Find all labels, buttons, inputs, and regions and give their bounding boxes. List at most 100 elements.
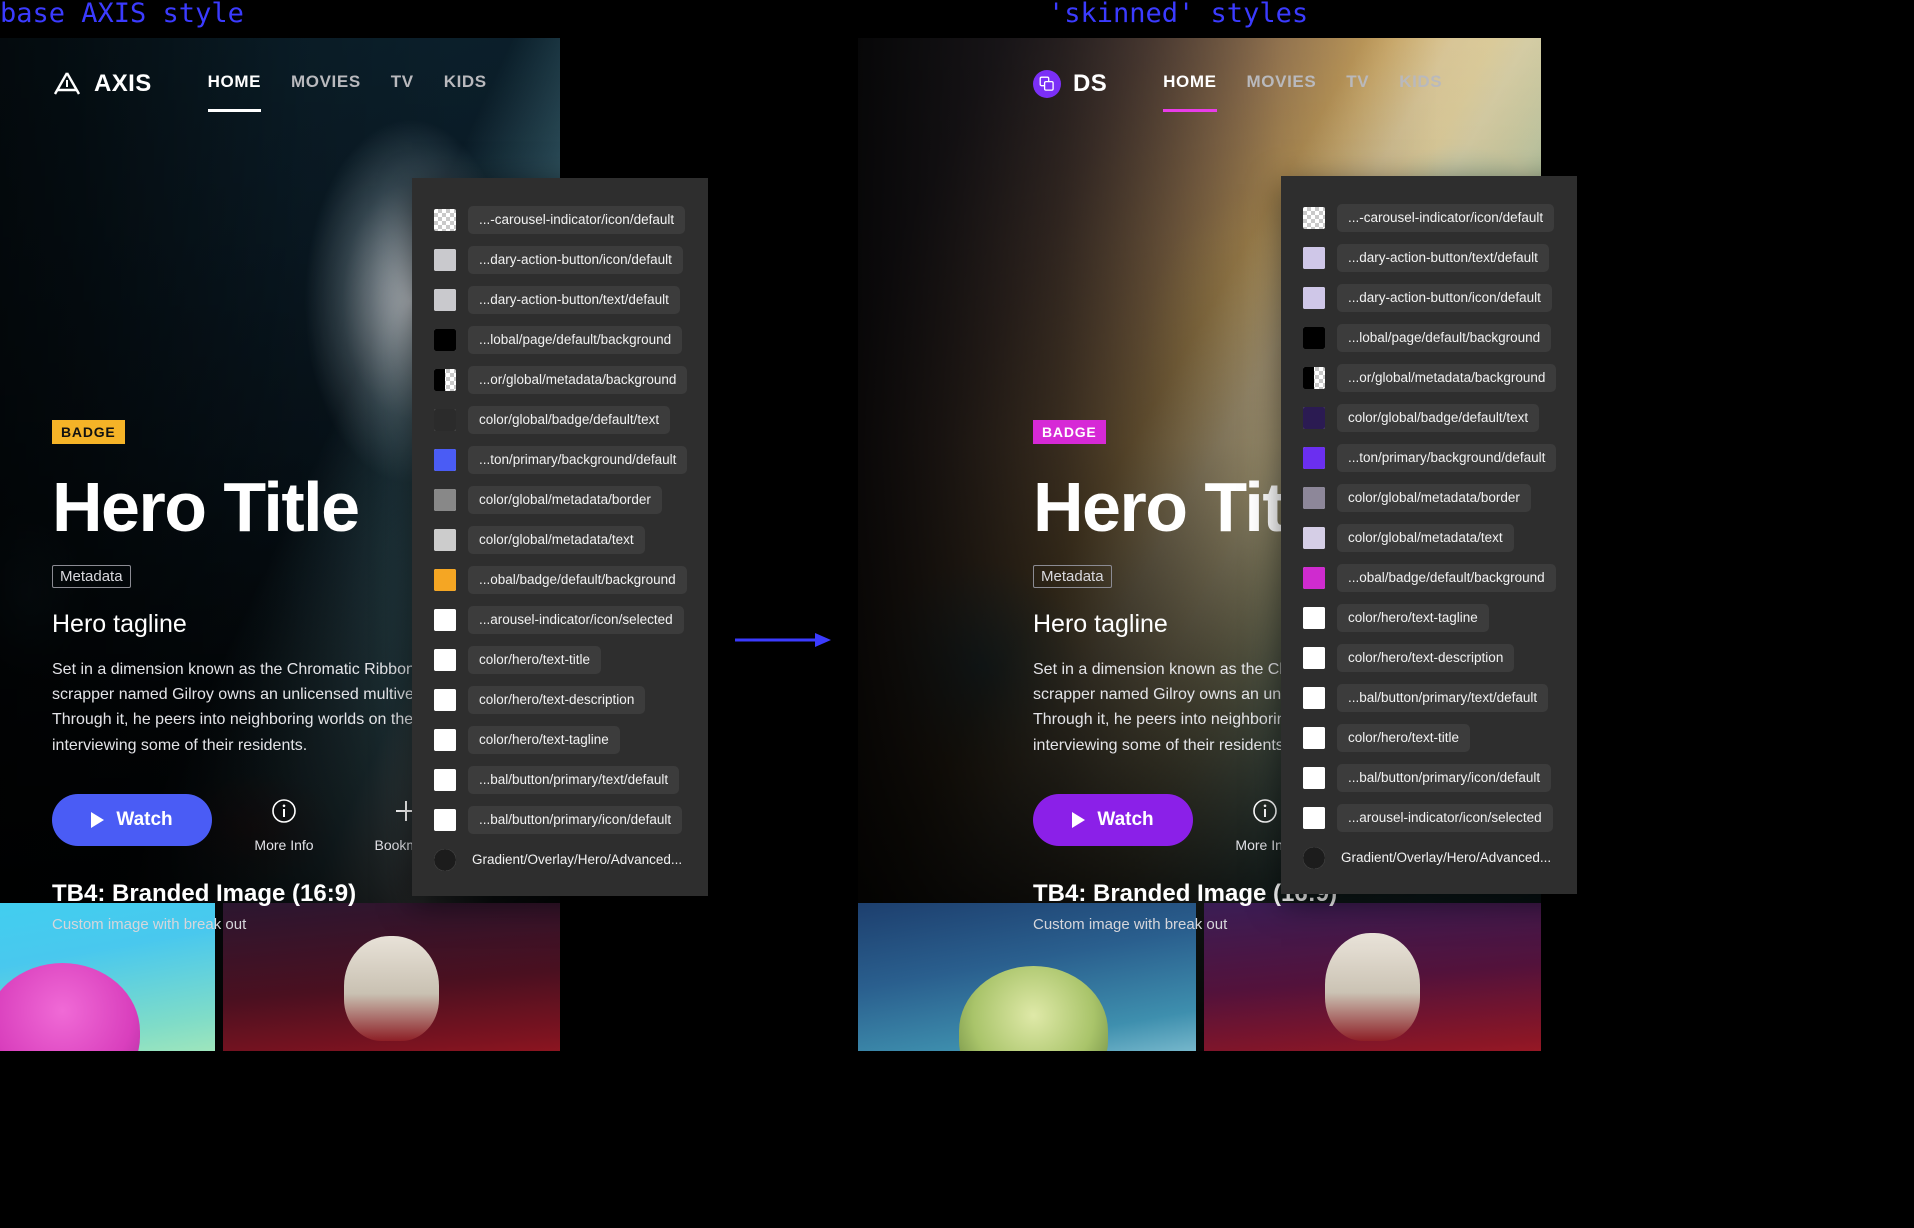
token-row[interactable]: color/global/metadata/text [434,520,690,560]
token-name-chip: Gradient/Overlay/Hero/Advanced... [472,851,683,867]
token-color-swatch [434,249,456,271]
token-name-chip: ...or/global/metadata/background [468,365,688,395]
token-row[interactable]: ...obal/badge/default/background [1303,558,1559,598]
token-panel-skinned[interactable]: ...-carousel-indicator/icon/default ...da… [1281,176,1577,894]
token-name-chip: ...arousel-indicator/icon/selected [468,605,684,635]
nav-item-tv[interactable]: TV [1346,72,1369,96]
token-color-swatch [434,289,456,311]
play-icon [91,812,105,828]
token-row[interactable]: ...bal/button/primary/icon/default [434,800,690,840]
token-color-swatch [1303,527,1325,549]
token-name-chip: ...bal/button/primary/icon/default [468,805,683,835]
caption-base-style: base AXIS style [0,0,244,29]
token-row[interactable]: color/global/badge/default/text [434,400,690,440]
token-row[interactable]: Gradient/Overlay/Hero/Advanced... [434,840,690,880]
token-color-swatch [1303,647,1325,669]
brand-logo[interactable]: AXIS [52,70,152,98]
token-row[interactable]: ...obal/badge/default/background [434,560,690,600]
token-row[interactable]: color/hero/text-tagline [1303,598,1559,638]
token-row[interactable]: ...dary-action-button/icon/default [434,240,690,280]
token-name-chip: ...bal/button/primary/text/default [1337,683,1549,713]
info-circle-icon [1252,798,1278,829]
token-color-swatch [434,409,456,431]
brand-name: AXIS [94,70,152,97]
token-name-chip: ...ton/primary/background/default [1337,443,1557,473]
row-subtitle: Custom image with break out [52,916,247,933]
token-color-swatch [434,449,456,471]
nav-item-tv[interactable]: TV [391,72,414,96]
token-row[interactable]: color/hero/text-title [434,640,690,680]
token-row[interactable]: ...bal/button/primary/icon/default [1303,758,1559,798]
brand-name: DS [1073,70,1108,97]
token-row[interactable]: color/hero/text-title [1303,718,1559,758]
token-row[interactable]: ...-carousel-indicator/icon/default [1303,198,1559,238]
token-name-chip: ...obal/badge/default/background [1337,563,1556,593]
token-color-swatch [1303,287,1325,309]
token-color-swatch [1303,407,1325,429]
token-color-swatch [1303,687,1325,709]
token-row[interactable]: ...ton/primary/background/default [1303,438,1559,478]
more-info-button[interactable]: More Info [234,794,334,853]
token-row[interactable]: color/global/metadata/text [1303,518,1559,558]
token-name-chip: ...dary-action-button/text/default [468,285,680,315]
token-row[interactable]: ...lobal/page/default/background [1303,318,1559,358]
hero-metadata-chip: Metadata [1033,564,1112,588]
caption-skinned-style: 'skinned' styles [1048,0,1309,29]
token-row[interactable]: ...dary-action-button/text/default [1303,238,1559,278]
watch-button[interactable]: Watch [1033,794,1193,846]
token-name-chip: ...dary-action-button/icon/default [1337,283,1552,313]
token-row[interactable]: color/global/badge/default/text [1303,398,1559,438]
token-row[interactable]: color/hero/text-description [434,680,690,720]
token-name-chip: ...ton/primary/background/default [468,445,688,475]
hero-badge: BADGE [52,419,125,444]
token-name-chip: color/hero/text-description [1337,643,1515,673]
token-row[interactable]: ...arousel-indicator/icon/selected [434,600,690,640]
token-name-chip: ...dary-action-button/text/default [1337,243,1549,273]
token-name-chip: ...-carousel-indicator/icon/default [468,205,686,235]
token-color-swatch [434,569,456,591]
nav-item-kids[interactable]: KIDS [444,72,487,96]
token-name-chip: ...-carousel-indicator/icon/default [1337,203,1555,233]
ds-squares-logo-icon [1033,70,1061,98]
nav-item-movies[interactable]: MOVIES [291,72,361,96]
token-row[interactable]: color/hero/text-tagline [434,720,690,760]
token-color-swatch [434,209,456,231]
token-color-swatch [434,369,456,391]
token-row[interactable]: ...bal/button/primary/text/default [434,760,690,800]
row-subtitle: Custom image with break out [1033,916,1228,933]
nav-item-movies[interactable]: MOVIES [1247,72,1317,96]
watch-button[interactable]: Watch [52,794,212,846]
token-row[interactable]: ...or/global/metadata/background [434,360,690,400]
token-row[interactable]: ...dary-action-button/icon/default [1303,278,1559,318]
navbar: AXIS HOME MOVIES TV KIDS [0,38,560,130]
token-color-swatch [434,609,456,631]
token-name-chip: ...or/global/metadata/background [1337,363,1557,393]
token-row[interactable]: ...lobal/page/default/background [434,320,690,360]
navbar: DS HOME MOVIES TV KIDS [858,38,1541,130]
token-row[interactable]: color/global/metadata/border [1303,478,1559,518]
play-icon [1072,812,1086,828]
token-row[interactable]: ...bal/button/primary/text/default [1303,678,1559,718]
token-name-chip: Gradient/Overlay/Hero/Advanced... [1341,849,1552,865]
brand-logo[interactable]: DS [1033,70,1107,98]
token-color-swatch [434,329,456,351]
token-row[interactable]: ...ton/primary/background/default [434,440,690,480]
nav-item-home[interactable]: HOME [207,72,262,112]
nav-item-kids[interactable]: KIDS [1399,72,1442,96]
token-name-chip: color/hero/text-description [468,685,646,715]
token-row[interactable]: ...arousel-indicator/icon/selected [1303,798,1559,838]
token-name-chip: ...lobal/page/default/background [468,325,683,355]
row-title: TB4: Branded Image (16:9) [52,880,357,907]
token-panel-base[interactable]: ...-carousel-indicator/icon/default ...da… [412,178,708,896]
token-row[interactable]: Gradient/Overlay/Hero/Advanced... [1303,838,1559,878]
token-row[interactable]: color/hero/text-description [1303,638,1559,678]
token-name-chip: ...arousel-indicator/icon/selected [1337,803,1553,833]
token-row[interactable]: ...or/global/metadata/background [1303,358,1559,398]
nav-item-home[interactable]: HOME [1163,72,1217,112]
token-name-chip: ...obal/badge/default/background [468,565,687,595]
token-row[interactable]: ...dary-action-button/text/default [434,280,690,320]
token-row[interactable]: color/global/metadata/border [434,480,690,520]
token-row[interactable]: ...-carousel-indicator/icon/default [434,200,690,240]
token-color-swatch [434,849,456,871]
token-color-swatch [1303,727,1325,749]
